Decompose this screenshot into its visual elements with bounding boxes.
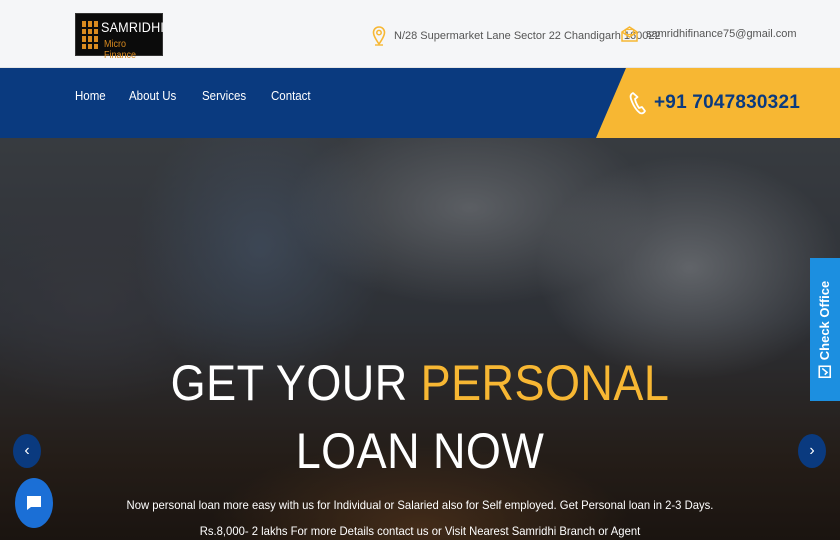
location-pin-icon <box>372 26 386 46</box>
main-nav: Home About Us Services Contact +91 70478… <box>0 68 840 138</box>
hero-headline-line1: GET YOUR PERSONAL <box>42 354 798 412</box>
nav-home[interactable]: Home <box>75 89 106 103</box>
chat-bubble-icon <box>27 496 41 510</box>
logo-subtitle: Micro Finance <box>104 39 137 61</box>
top-bar: SAMRIDHI Micro Finance N/28 Supermarket … <box>0 0 840 68</box>
nav-services[interactable]: Services <box>202 89 246 103</box>
phone-cta[interactable]: +91 7047830321 <box>628 91 800 115</box>
nav-contact[interactable]: Contact <box>271 89 311 103</box>
slider-next-button[interactable]: › <box>798 434 826 468</box>
envelope-icon <box>621 26 638 42</box>
logo-mark-icon <box>82 21 98 49</box>
address-info: N/28 Supermarket Lane Sector 22 Chandiga… <box>372 26 661 46</box>
nav-links: Home About Us Services Contact <box>75 89 314 103</box>
hero-content: GET YOUR PERSONAL LOAN NOW Now personal … <box>0 138 840 540</box>
check-office-tab[interactable]: Check Office <box>810 258 840 401</box>
email-text[interactable]: samridhifinance75@gmail.com <box>646 28 797 40</box>
headline-accent: PERSONAL <box>420 355 670 411</box>
logo-name: SAMRIDHI <box>101 19 165 35</box>
brand-logo[interactable]: SAMRIDHI Micro Finance <box>75 13 165 61</box>
slider-prev-button[interactable]: ‹ <box>13 434 41 468</box>
hero-description-2: Rs.8,000- 2 lakhs For more Details conta… <box>199 524 641 538</box>
email-info[interactable]: samridhifinance75@gmail.com <box>621 26 797 42</box>
hero-description-1: Now personal loan more easy with us for … <box>126 498 714 512</box>
phone-number[interactable]: +91 7047830321 <box>654 92 800 114</box>
phone-icon <box>629 92 646 115</box>
check-office-label-wrap: Check Office <box>817 280 833 379</box>
check-square-icon <box>818 365 832 379</box>
hero-headline-line2: LOAN NOW <box>295 423 545 479</box>
hero-slider: GET YOUR PERSONAL LOAN NOW Now personal … <box>0 138 840 540</box>
headline-white: GET YOUR <box>170 355 408 411</box>
nav-about-us[interactable]: About Us <box>129 89 176 103</box>
chat-button[interactable] <box>15 478 53 528</box>
check-office-label: Check Office <box>817 280 833 361</box>
